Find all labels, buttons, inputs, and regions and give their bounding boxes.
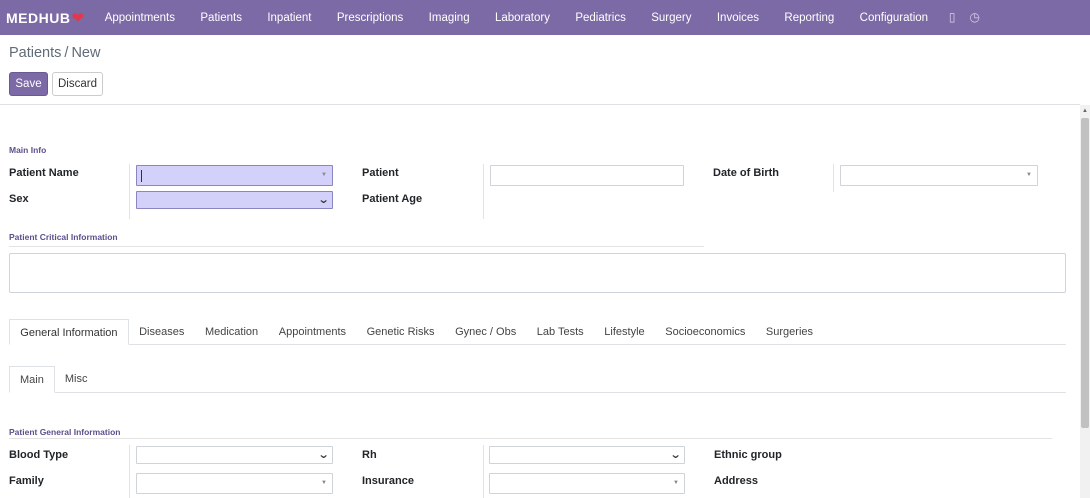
tab-lifestyle[interactable]: Lifestyle xyxy=(594,319,655,345)
save-button[interactable]: Save xyxy=(9,72,48,96)
menu-item-pediatrics[interactable]: Pediatrics xyxy=(563,12,639,24)
tab-general-information[interactable]: General Information xyxy=(9,319,129,345)
scroll-up-icon[interactable]: ▲ xyxy=(1082,108,1088,114)
patient-label: Patient xyxy=(362,167,399,179)
caret-down-icon: ▼ xyxy=(1026,172,1032,178)
patient-name-input[interactable]: ▼ xyxy=(136,165,333,186)
rh-select[interactable]: ⌄ xyxy=(489,446,685,464)
breadcrumb-separator: / xyxy=(64,45,69,61)
notebook-tabs: General Information Diseases Medication App… xyxy=(9,319,1066,345)
menu-item-appointments[interactable]: Appointments xyxy=(92,12,188,24)
chat-icon[interactable]: ▯ xyxy=(949,10,956,24)
breadcrumb-parent[interactable]: Patients xyxy=(9,45,61,61)
tab-lab-tests[interactable]: Lab Tests xyxy=(527,319,594,345)
menu-item-laboratory[interactable]: Laboratory xyxy=(482,12,562,24)
app-logo[interactable]: MEDHUB ❤ xyxy=(6,9,92,27)
tab-socioeconomics[interactable]: Socioeconomics xyxy=(655,319,756,345)
menu-item-prescriptions[interactable]: Prescriptions xyxy=(324,12,416,24)
menu-item-imaging[interactable]: Imaging xyxy=(416,12,482,24)
tab-gynec-obs[interactable]: Gynec / Obs xyxy=(445,319,527,345)
text-cursor xyxy=(141,170,142,182)
section-divider xyxy=(9,438,1052,439)
label-separator xyxy=(483,164,484,219)
label-separator xyxy=(483,445,484,498)
discard-button[interactable]: Discard xyxy=(52,72,103,96)
menu-item-configuration[interactable]: Configuration xyxy=(847,12,941,24)
menu-item-reporting[interactable]: Reporting xyxy=(772,12,847,24)
caret-down-icon: ▼ xyxy=(321,172,327,178)
ethnic-group-label: Ethnic group xyxy=(714,449,782,461)
blood-type-label: Blood Type xyxy=(9,449,69,461)
menu-item-patients[interactable]: Patients xyxy=(188,12,255,24)
chevron-down-icon: ⌄ xyxy=(317,194,330,206)
scrollbar-thumb[interactable] xyxy=(1081,118,1089,428)
patient-name-label: Patient Name xyxy=(9,167,79,179)
sub-notebook-tabs: Main Misc xyxy=(9,366,1066,393)
control-panel-divider xyxy=(0,104,1080,105)
tab-medication[interactable]: Medication xyxy=(195,319,269,345)
patient-age-label: Patient Age xyxy=(362,193,423,205)
chevron-down-icon: ⌄ xyxy=(669,449,682,461)
blood-type-select[interactable]: ⌄ xyxy=(136,446,333,464)
family-label: Family xyxy=(9,475,44,487)
menu-item-surgery[interactable]: Surgery xyxy=(639,12,705,24)
address-label: Address xyxy=(714,475,759,487)
sex-select[interactable]: ⌄ xyxy=(136,191,333,209)
patient-input[interactable] xyxy=(490,165,684,186)
tab-surgeries[interactable]: Surgeries xyxy=(756,319,824,345)
caret-down-icon: ▼ xyxy=(673,480,679,486)
tab-appointments[interactable]: Appointments xyxy=(268,319,356,345)
subtab-main[interactable]: Main xyxy=(9,366,55,393)
label-separator xyxy=(129,445,130,498)
menu-item-invoices[interactable]: Invoices xyxy=(704,12,772,24)
tab-genetic-risks[interactable]: Genetic Risks xyxy=(356,319,444,345)
label-separator xyxy=(833,164,834,192)
breadcrumb: Patients / New xyxy=(9,45,100,61)
rh-label: Rh xyxy=(362,449,377,461)
critical-info-title: Patient Critical Information xyxy=(9,232,118,242)
top-navbar: MEDHUB ❤ Appointments Patients Inpatient Pr… xyxy=(0,0,1090,35)
tab-diseases[interactable]: Diseases xyxy=(129,319,195,345)
systray: ▯ ◷ xyxy=(949,10,980,24)
section-divider xyxy=(9,246,704,247)
general-info-title: Patient General Information xyxy=(9,427,121,437)
date-of-birth-input[interactable]: ▼ xyxy=(840,165,1038,186)
family-input[interactable]: ▼ xyxy=(136,473,333,494)
clock-icon[interactable]: ◷ xyxy=(970,10,980,24)
main-info-title: Main Info xyxy=(9,145,47,155)
caret-down-icon: ▼ xyxy=(321,480,327,486)
main-menu: Appointments Patients Inpatient Prescriptio… xyxy=(92,12,941,24)
date-of-birth-label: Date of Birth xyxy=(713,167,779,179)
breadcrumb-current: New xyxy=(71,45,101,61)
label-separator xyxy=(129,164,130,219)
insurance-input[interactable]: ▼ xyxy=(489,473,685,494)
sex-label: Sex xyxy=(9,193,29,205)
insurance-label: Insurance xyxy=(362,475,414,487)
menu-item-inpatient[interactable]: Inpatient xyxy=(255,12,325,24)
subtab-misc[interactable]: Misc xyxy=(55,366,98,393)
heart-icon: ❤ xyxy=(71,9,85,27)
critical-info-textarea[interactable] xyxy=(9,253,1066,293)
chevron-down-icon: ⌄ xyxy=(317,449,330,461)
brand-name: MEDHUB xyxy=(6,9,71,26)
